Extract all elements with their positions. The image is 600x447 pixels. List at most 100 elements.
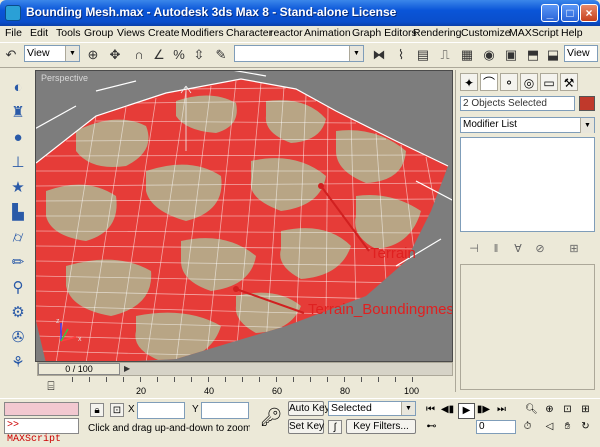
reference-coordinate-dropdown[interactable]: View ▼ — [24, 45, 80, 62]
cylinder-icon[interactable]: ⌭ — [8, 228, 28, 248]
absolute-mode-icon[interactable]: ⊡ — [110, 403, 124, 417]
mirror-icon[interactable]: ⧓ — [370, 46, 388, 64]
auto-key-button[interactable]: Auto Key — [288, 401, 330, 416]
curve-editor-icon[interactable]: ⎍ — [436, 46, 454, 64]
snap-3d-icon[interactable]: ∩ — [130, 46, 148, 64]
layer-manager-icon[interactable]: ▤ — [414, 46, 432, 64]
menu-edit[interactable]: Edit — [30, 27, 48, 39]
y-coordinate-field[interactable] — [201, 402, 249, 419]
key-tangent-icon[interactable]: ∫ — [328, 420, 342, 434]
edit-named-selection-icon[interactable]: ✎ — [212, 46, 230, 64]
remove-modifier-icon[interactable]: ⊘ — [532, 242, 548, 256]
play-icon[interactable]: ▶ — [458, 403, 475, 419]
maximize-button[interactable]: □ — [561, 4, 579, 22]
menu-animation[interactable]: Animation — [304, 27, 351, 39]
maxscript-listener-output[interactable] — [4, 402, 79, 416]
menu-tools[interactable]: Tools — [56, 27, 81, 39]
angle-snap-icon[interactable]: ∠ — [150, 46, 168, 64]
viewport-perspective[interactable]: z x Perspective Terrain Terrain_Bounding… — [35, 70, 453, 362]
motion-tab-icon[interactable]: ◎ — [520, 73, 538, 91]
go-to-start-icon[interactable]: ⏮ — [423, 403, 438, 417]
select-manipulate-icon[interactable]: ✥ — [106, 46, 124, 64]
shapes-icon[interactable]: ⊥ — [8, 153, 28, 173]
zoom-icon[interactable]: 🔍︎ — [524, 403, 539, 417]
x-coordinate-field[interactable] — [137, 402, 185, 419]
time-config-icon[interactable]: ⏱ — [520, 420, 535, 434]
menu-views[interactable]: Views — [117, 27, 145, 39]
next-frame-arrow-icon[interactable]: ▶ — [124, 364, 130, 373]
mini-curve-editor-icon[interactable]: ⌸ — [44, 378, 58, 394]
named-selection-dropdown[interactable]: ▼ — [234, 45, 364, 62]
set-key-button[interactable]: Set Key — [288, 419, 324, 434]
quick-render-icon[interactable]: ⬒ — [524, 46, 542, 64]
undo-icon[interactable]: ↶ — [2, 46, 20, 64]
time-slider-thumb[interactable]: 0 / 100 — [38, 363, 120, 375]
menu-reactor[interactable]: reactor — [270, 27, 303, 39]
menu-modifiers[interactable]: Modifiers — [181, 27, 224, 39]
zoom-extents-icon[interactable]: ⊡ — [560, 403, 575, 417]
minimize-button[interactable]: _ — [541, 4, 559, 22]
gear-icon[interactable]: ⚙ — [8, 303, 28, 323]
create-tab-icon[interactable]: ✦ — [460, 73, 478, 91]
schematic-view-icon[interactable]: ▦ — [458, 46, 476, 64]
track-bar[interactable]: 20 40 60 80 100 — [72, 377, 420, 399]
teapot-icon[interactable]: ♜ — [8, 103, 28, 123]
previous-frame-icon[interactable]: ◀▮ — [440, 403, 455, 417]
field-of-view-icon[interactable]: ◁ — [542, 420, 557, 434]
menu-help[interactable]: Help — [561, 27, 583, 39]
menu-group[interactable]: Group — [84, 27, 113, 39]
viewport-label[interactable]: Perspective — [41, 73, 88, 83]
arc-rotate-icon[interactable]: ↻ — [578, 420, 593, 434]
key-filters-button[interactable]: Key Filters... — [346, 419, 416, 434]
lights-icon[interactable]: ◐ — [8, 78, 28, 98]
menu-graph-editors[interactable]: Graph Editors — [352, 27, 417, 39]
make-unique-icon[interactable]: ∀ — [510, 242, 526, 256]
utilities-icon[interactable]: ✇ — [8, 328, 28, 348]
maxscript-mini-listener[interactable]: >> MAXScript — [4, 418, 79, 445]
modify-tab-icon[interactable]: ⌒ — [480, 73, 498, 91]
menu-character[interactable]: Character — [226, 27, 272, 39]
menu-file[interactable]: File — [5, 27, 22, 39]
star-icon[interactable]: ★ — [8, 178, 28, 198]
time-slider[interactable]: 0 / 100 ▶ — [37, 362, 453, 376]
wrench-icon[interactable]: ⚲ — [8, 278, 28, 298]
helpers-icon[interactable]: ⚘ — [8, 353, 28, 373]
menu-rendering[interactable]: Rendering — [413, 27, 461, 39]
app-icon[interactable] — [5, 5, 21, 21]
configure-modifier-sets-icon[interactable]: ⊞ — [566, 242, 582, 256]
sphere-icon[interactable]: ● — [8, 128, 28, 148]
lock-selection-icon[interactable]: 🔒︎ — [90, 403, 104, 417]
render-view-dropdown[interactable]: View — [564, 45, 598, 62]
pin-stack-icon[interactable]: ⊣ — [466, 242, 482, 256]
show-end-result-icon[interactable]: ‖ — [488, 242, 504, 256]
next-frame-icon[interactable]: ▮▶ — [476, 403, 491, 417]
set-key-icon[interactable]: 🔑︎ — [258, 404, 284, 430]
key-mode-toggle-icon[interactable]: ⊷ — [424, 420, 439, 434]
close-button[interactable]: × — [580, 4, 598, 22]
terrain-scene[interactable]: z x — [36, 71, 453, 362]
render-type-icon[interactable]: ⬓ — [544, 46, 562, 64]
go-to-end-icon[interactable]: ⏭ — [494, 403, 509, 417]
spinner-snap-icon[interactable]: ⇳ — [190, 46, 208, 64]
modifier-stack[interactable] — [460, 137, 595, 232]
utilities-tab-icon[interactable]: ⚒ — [560, 73, 578, 91]
material-editor-icon[interactable]: ◉ — [480, 46, 498, 64]
menu-create[interactable]: Create — [148, 27, 180, 39]
current-frame-field[interactable]: 0 — [476, 420, 516, 434]
menu-maxscript[interactable]: MAXScript — [509, 27, 559, 39]
zoom-extents-all-icon[interactable]: ⊞ — [578, 403, 593, 417]
modifier-list-dropdown[interactable]: Modifier List ▼ — [460, 117, 595, 133]
render-scene-icon[interactable]: ▣ — [502, 46, 520, 64]
percent-snap-icon[interactable]: % — [170, 46, 188, 64]
hierarchy-tab-icon[interactable]: ⚬ — [500, 73, 518, 91]
display-tab-icon[interactable]: ▭ — [540, 73, 558, 91]
pivot-center-icon[interactable]: ⊕ — [84, 46, 102, 64]
selection-name-field[interactable]: 2 Objects Selected — [460, 96, 575, 111]
key-mode-dropdown[interactable]: Selected ▼ — [328, 401, 416, 416]
align-icon[interactable]: ⌇ — [392, 46, 410, 64]
menu-customize[interactable]: Customize — [461, 27, 511, 39]
pencil-icon[interactable]: ✏ — [8, 253, 28, 273]
compound-icon[interactable]: ▙ — [8, 203, 28, 223]
zoom-all-icon[interactable]: ⊕ — [542, 403, 557, 417]
pan-hand-icon[interactable]: ✋︎ — [560, 420, 575, 434]
